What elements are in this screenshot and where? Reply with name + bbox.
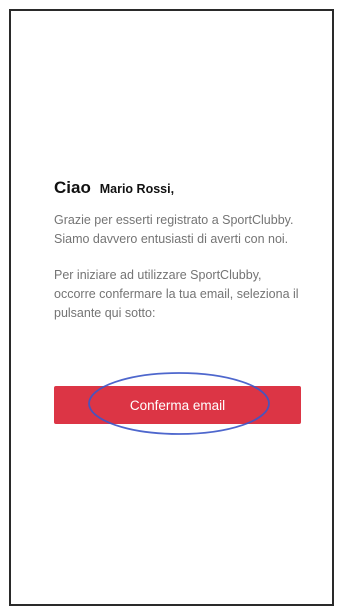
email-body: Ciao Mario Rossi, Grazie per esserti reg… bbox=[54, 172, 304, 340]
greeting-word: Ciao bbox=[54, 178, 91, 197]
greeting: Ciao Mario Rossi, bbox=[54, 172, 304, 199]
welcome-paragraph: Grazie per esserti registrato a SportClu… bbox=[54, 213, 294, 246]
email-screen: Ciao Mario Rossi, Grazie per esserti reg… bbox=[0, 0, 347, 614]
instruction-paragraph: Per iniziare ad utilizzare SportClubby, … bbox=[54, 268, 299, 320]
confirm-button-container: Conferma email bbox=[54, 386, 301, 424]
greeting-name: Mario Rossi, bbox=[99, 182, 175, 196]
confirm-email-button[interactable]: Conferma email bbox=[54, 386, 301, 424]
